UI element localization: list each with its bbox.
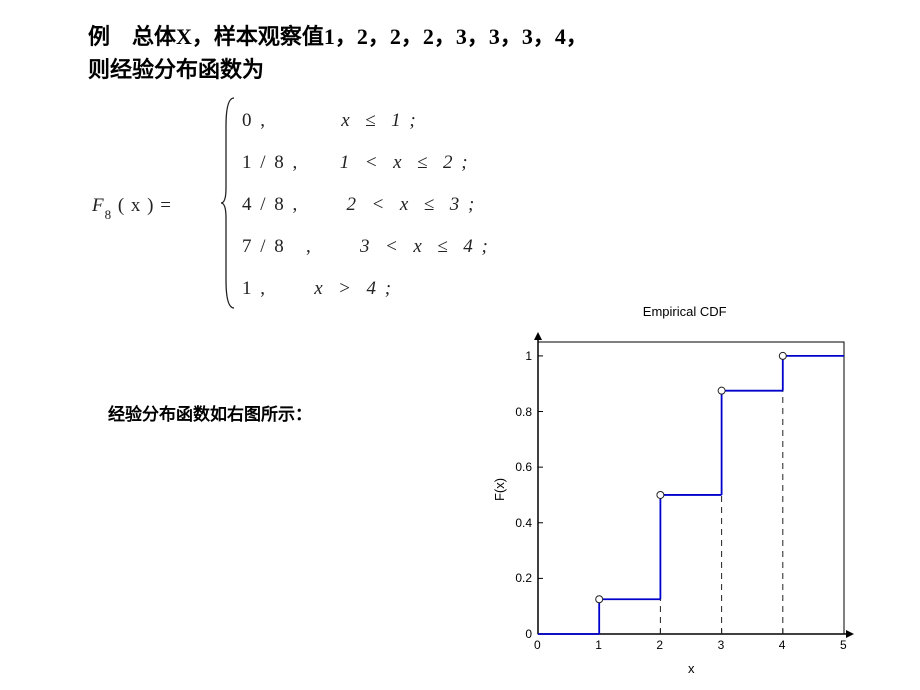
empirical-cdf-chart: Empirical CDF F(x) x 01234500.20.40.60.8… [468,312,888,672]
y-tick-label: 0 [510,627,532,641]
x-axis-label: x [688,661,695,676]
example-title: 例 总体X，样本观察值1，2，2，2，3，3，3，4， 则经验分布函数为 [88,20,920,86]
piece-row: 1 , x > 4 ; [242,268,490,310]
x-tick-label: 0 [534,638,541,652]
piecewise-rows: 0 , x ≤ 1 ;1 / 8 , 1 < x ≤ 2 ;4 / 8 , 2 … [242,100,490,310]
y-axis-label: F(x) [492,478,507,501]
piece-row: 4 / 8 , 2 < x ≤ 3 ; [242,184,490,226]
left-brace-icon [220,96,238,310]
x-tick-label: 2 [656,638,663,652]
equation-lhs: F8 ( x ) = [92,195,172,220]
chart-title: Empirical CDF [643,304,727,319]
piece-row: 0 , x ≤ 1 ; [242,100,490,142]
y-tick-label: 1 [510,349,532,363]
x-tick-label: 5 [840,638,847,652]
y-tick-label: 0.4 [510,516,532,530]
x-tick-label: 1 [595,638,602,652]
piece-row: 7 / 8 , 3 < x ≤ 4 ; [242,226,490,268]
chart-caption: 经验分布函数如右图所示： [108,400,312,425]
piece-row: 1 / 8 , 1 < x ≤ 2 ; [242,142,490,184]
y-tick-label: 0.6 [510,460,532,474]
x-tick-label: 4 [779,638,786,652]
plot-area [528,332,858,652]
x-tick-label: 3 [718,638,725,652]
y-tick-label: 0.8 [510,405,532,419]
y-tick-label: 0.2 [510,571,532,585]
